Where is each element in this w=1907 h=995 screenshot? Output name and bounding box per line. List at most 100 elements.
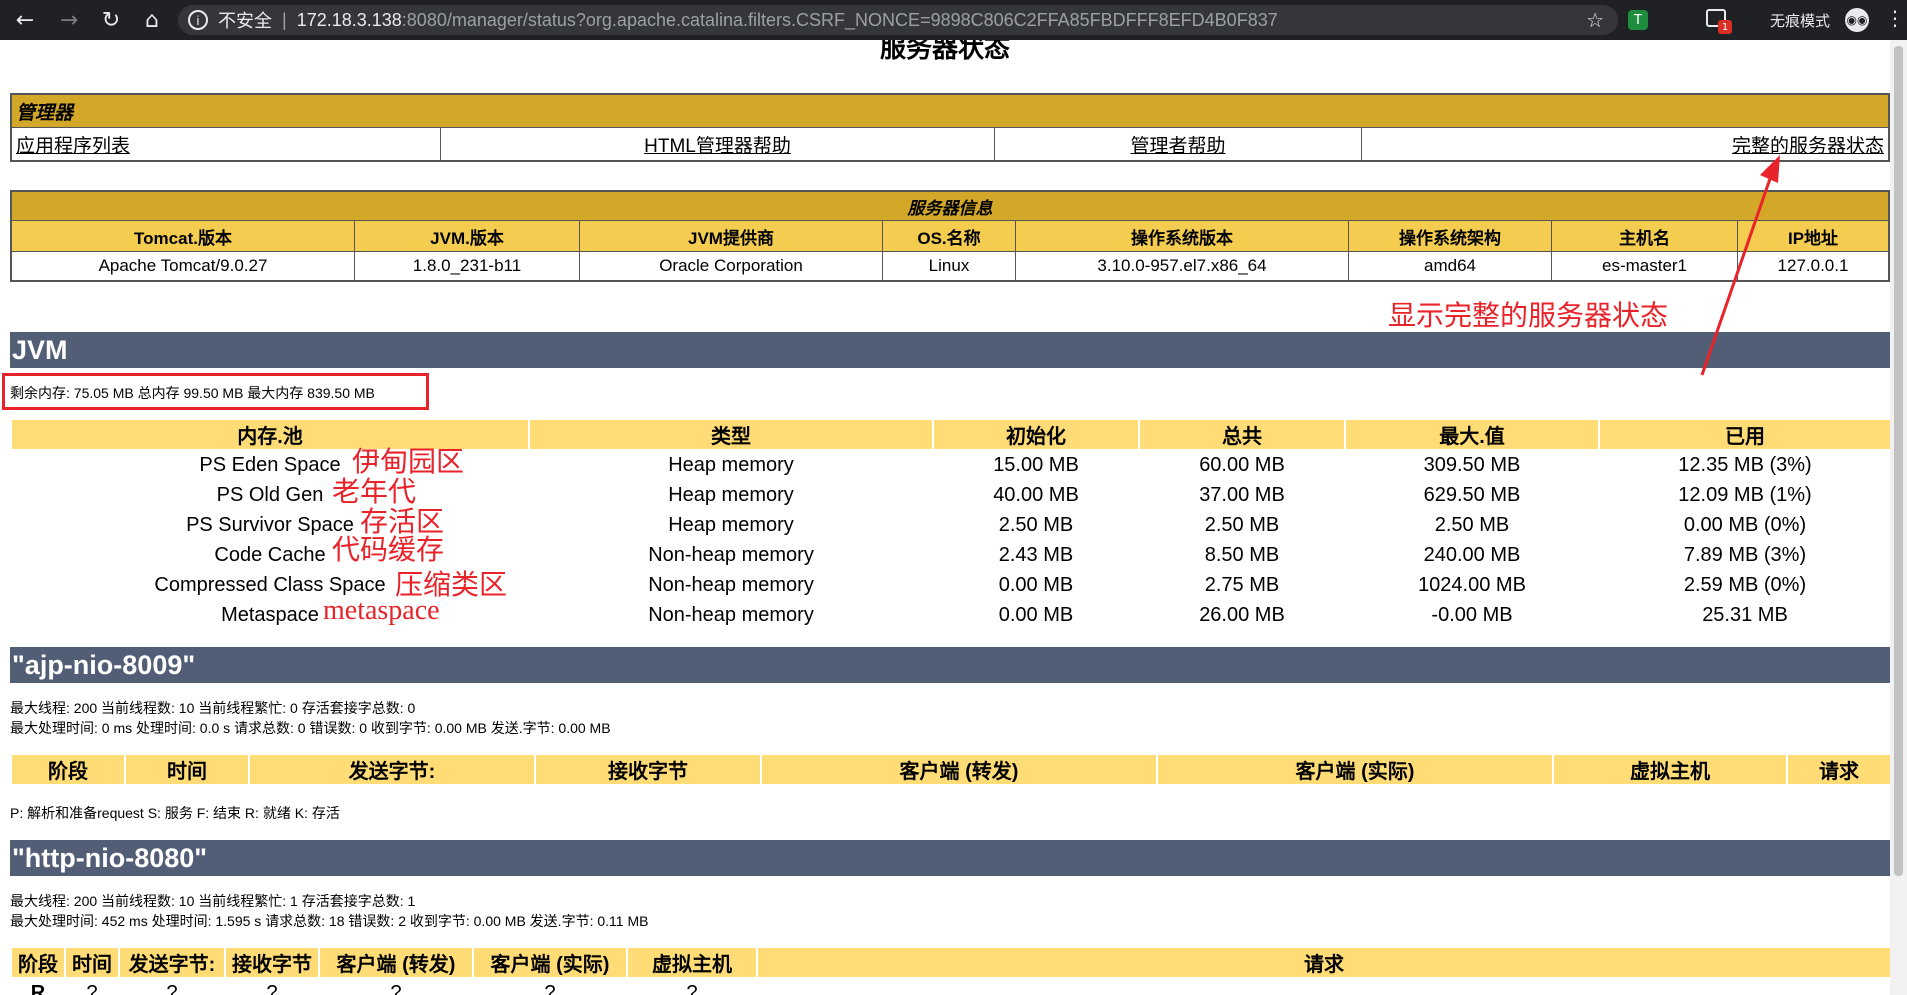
ajp-time-line: 最大处理时间: 0 ms 处理时间: 0.0 s 请求总数: 0 错误数: 0 … (10, 720, 611, 736)
col-jvm-version: JVM.版本 (354, 220, 580, 252)
pool-cell-total: 8.50 MB (1204, 543, 1280, 566)
page-scrollbar-thumb[interactable] (1894, 46, 1903, 876)
manager-header: 管理器 (10, 93, 1890, 128)
memory-pool-row: Metaspace Non-heap memory 0.00 MB 26.00 MB -… (12, 601, 1890, 629)
pool-cell-used: 2.59 MB (0%) (1683, 573, 1807, 596)
pool-cell-used: 12.35 MB (3%) (1678, 453, 1812, 476)
back-icon[interactable]: ← (6, 0, 44, 40)
jvm-section-header: JVM (10, 332, 1890, 368)
pool-cell-initial: 2.43 MB (998, 543, 1074, 566)
http-section-header: "http-nio-8080" (10, 840, 1890, 876)
pool-cell-total: 2.50 MB (1204, 513, 1280, 536)
forward-icon[interactable]: → (50, 0, 88, 40)
reload-icon[interactable]: ↻ (92, 0, 130, 40)
pool-cell-used: 0.00 MB (0%) (1683, 513, 1807, 536)
status-page: 服务器状态 管理器 应用程序列表 HTML管理器帮助 管理者帮助 完整的服务器状… (0, 40, 1890, 995)
pool-cell-initial: 40.00 MB (993, 483, 1079, 506)
address-bar[interactable]: i 不安全 | 172.18.3.138:8080/manager/status… (178, 5, 1618, 35)
browser-toolbar: ← → ↻ ⌂ i 不安全 | 172.18.3.138:8080/manage… (0, 0, 1907, 40)
http-col-time: 时间 (66, 948, 118, 977)
link-html-manager-help[interactable]: HTML管理器帮助 (644, 136, 791, 157)
pool-cell-type: Heap memory (668, 483, 794, 506)
http-col-bytes-sent: 发送字节: (120, 948, 224, 977)
ajp-request-table: 阶段 时间 发送字节: 接收字节 客户端 (转发) 客户端 (实际) 虚拟主机 … (10, 753, 1890, 786)
pool-cell-initial: 0.00 MB (998, 603, 1074, 626)
http-row-request (758, 979, 1890, 995)
pool-cell-type: Non-heap memory (648, 573, 814, 596)
pool-cell-total: 37.00 MB (1199, 483, 1285, 506)
pool-cell-initial: 0.00 MB (998, 573, 1074, 596)
http-col-bytes-recv: 接收字节 (226, 948, 318, 977)
col-os-arch: 操作系统架构 (1348, 220, 1552, 252)
pool-cell-total: 26.00 MB (1199, 603, 1285, 626)
pool-cell-max: -0.00 MB (1431, 603, 1513, 626)
col-used: 已用 (1600, 420, 1890, 449)
ajp-thread-line: 最大线程: 200 当前线程数: 10 当前线程繁忙: 0 存活套接字总数: 0 (10, 700, 416, 716)
server-info-header: 服务器信息 (10, 190, 1890, 221)
val-tomcat-version: Apache Tomcat/9.0.27 (10, 251, 355, 282)
val-os-name: Linux (882, 251, 1016, 282)
ajp-col-time: 时间 (126, 755, 248, 784)
http-partial-row: R ? ? ? ? ? ? (12, 979, 1890, 995)
ajp-section-header: "ajp-nio-8009" (10, 647, 1890, 683)
memory-pool-table: 内存.池 类型 初始化 总共 最大.值 已用 PS Eden Space Heap… (10, 418, 1890, 631)
link-complete-server-status[interactable]: 完整的服务器状态 (1732, 136, 1884, 157)
pool-cell-used: 25.31 MB (1702, 603, 1788, 626)
ajp-col-client-forwarded: 客户端 (转发) (762, 755, 1156, 784)
manager-cell-1: 应用程序列表 (10, 127, 441, 162)
col-os-version: 操作系统版本 (1015, 220, 1349, 252)
extension-badge: 1 (1718, 20, 1732, 34)
col-total: 总共 (1140, 420, 1344, 449)
link-manager-help[interactable]: 管理者帮助 (1130, 136, 1225, 157)
val-os-arch: amd64 (1348, 251, 1552, 282)
ajp-stage-legend: P: 解析和准备request S: 服务 F: 结束 R: 就绪 K: 存活 (10, 805, 340, 821)
home-icon[interactable]: ⌂ (133, 0, 171, 40)
pool-cell-max: 1024.00 MB (1418, 573, 1526, 596)
pool-cell-total: 2.75 MB (1204, 573, 1280, 596)
ajp-col-virtual-host: 虚拟主机 (1554, 755, 1786, 784)
col-type: 类型 (530, 420, 932, 449)
ajp-col-bytes-recv: 接收字节 (536, 755, 760, 784)
val-jvm-vendor: Oracle Corporation (579, 251, 883, 282)
col-jvm-vendor: JVM提供商 (579, 220, 883, 252)
http-col-client-actual: 客户端 (实际) (474, 948, 626, 977)
incognito-icon[interactable]: ◉◉ (1845, 8, 1869, 32)
memory-pool-row: Compressed Class Space Non-heap memory 0.0… (12, 571, 1890, 599)
memory-pool-row: PS Survivor Space Heap memory 2.50 MB 2.50 … (12, 511, 1890, 539)
http-col-stage: 阶段 (12, 948, 64, 977)
url-path: :8080/manager/status?org.apache.catalina… (401, 9, 1278, 30)
manager-cell-2: HTML管理器帮助 (440, 127, 995, 162)
pool-cell-type: Non-heap memory (648, 543, 814, 566)
link-app-list[interactable]: 应用程序列表 (16, 136, 130, 157)
memory-pool-rows: PS Eden Space Heap memory 15.00 MB 60.00 MB… (12, 451, 1890, 629)
ajp-col-request: 请求 (1788, 755, 1890, 784)
http-col-request: 请求 (758, 948, 1890, 977)
memory-highlight-box (2, 373, 429, 410)
http-thread-line: 最大线程: 200 当前线程数: 10 当前线程繁忙: 1 存活套接字总数: 1 (10, 893, 416, 909)
annotation-full-status-note: 显示完整的服务器状态 (1388, 301, 1669, 332)
pool-cell-max: 240.00 MB (1423, 543, 1521, 566)
memory-pool-row: PS Eden Space Heap memory 15.00 MB 60.00 MB… (12, 451, 1890, 479)
ajp-col-bytes-sent: 发送字节: (250, 755, 534, 784)
server-info-table: 服务器信息 Tomcat.版本 JVM.版本 JVM提供商 OS.名称 操作系统… (10, 190, 1890, 282)
incognito-label: 无痕模式 (1770, 13, 1831, 30)
pool-cell-type: Heap memory (668, 453, 794, 476)
memory-pool-row: Code Cache Non-heap memory 2.43 MB 8.50 MB 2… (12, 541, 1890, 569)
bookmark-star-icon[interactable]: ☆ (1586, 8, 1604, 33)
http-row-sent: ? (166, 981, 178, 995)
pool-cell-pool: Metaspace (221, 603, 319, 626)
extension-green-icon[interactable]: T (1628, 10, 1648, 30)
col-initial: 初始化 (934, 420, 1138, 449)
pool-cell-used: 12.09 MB (1%) (1678, 483, 1812, 506)
col-maximum: 最大.值 (1346, 420, 1598, 449)
pool-cell-pool: PS Survivor Space (186, 513, 354, 536)
menu-icon[interactable]: ⋮ (1885, 6, 1905, 30)
pool-cell-initial: 2.50 MB (998, 513, 1074, 536)
info-icon[interactable]: i (188, 10, 208, 30)
omnibox-separator: | (282, 9, 287, 30)
pool-cell-type: Non-heap memory (648, 603, 814, 626)
http-time-line: 最大处理时间: 452 ms 处理时间: 1.595 s 请求总数: 18 错误… (10, 913, 649, 929)
manager-cell-4: 完整的服务器状态 (1361, 127, 1890, 162)
pool-cell-total: 60.00 MB (1199, 453, 1285, 476)
pool-cell-type: Heap memory (668, 513, 794, 536)
